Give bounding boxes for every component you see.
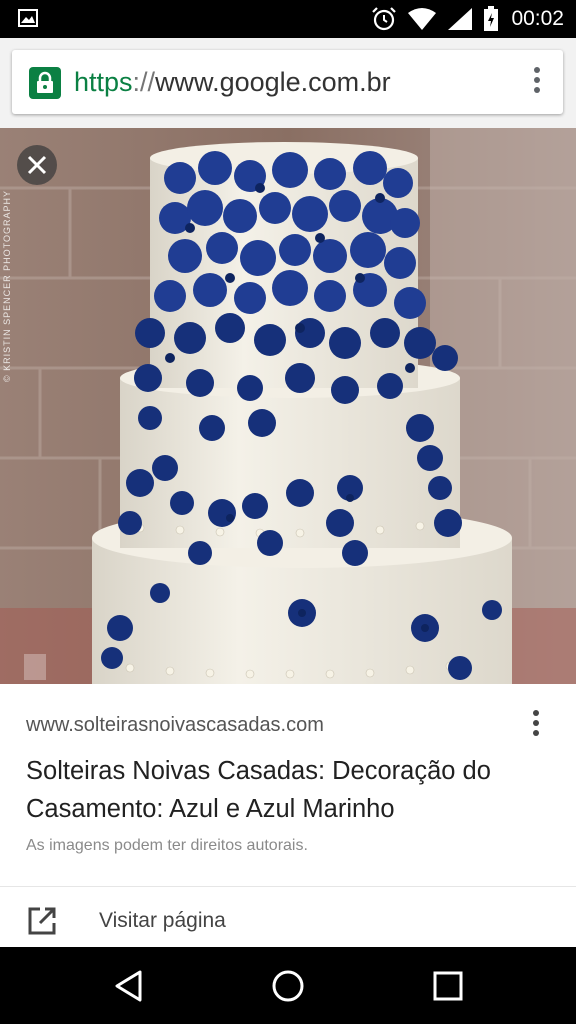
image-preview[interactable]: © KRISTIN SPENCER PHOTOGRAPHY xyxy=(0,128,576,684)
visit-page-button[interactable]: Visitar página xyxy=(0,887,576,947)
copyright-notice: As imagens podem ter direitos autorais. xyxy=(26,837,308,854)
result-title[interactable]: Solteiras Noivas Casadas: Decoração do C… xyxy=(26,752,536,828)
source-url[interactable]: www.solteirasnoivascasadas.com xyxy=(26,714,324,737)
cake-photo xyxy=(0,128,576,684)
url-bar[interactable]: https://www.google.com.br xyxy=(12,50,563,114)
url-separator: :// xyxy=(132,67,156,97)
signal-icon xyxy=(448,8,473,30)
back-icon[interactable] xyxy=(112,969,144,1003)
more-vert-icon[interactable] xyxy=(531,67,543,97)
battery-icon xyxy=(484,6,499,31)
gallery-icon xyxy=(18,9,38,27)
status-time: 00:02 xyxy=(511,7,564,30)
status-bar: 00:02 xyxy=(0,0,576,38)
url-host: www.google.com.br xyxy=(155,67,391,97)
home-icon[interactable] xyxy=(271,969,305,1003)
open-in-new-icon xyxy=(28,907,56,935)
close-icon[interactable] xyxy=(17,145,57,185)
photo-watermark: © KRISTIN SPENCER PHOTOGRAPHY xyxy=(2,190,12,382)
visit-page-label: Visitar página xyxy=(99,909,226,932)
navigation-bar xyxy=(0,947,576,1024)
alarm-icon xyxy=(372,7,397,31)
browser-toolbar: https://www.google.com.br xyxy=(0,38,576,128)
result-details: www.solteirasnoivascasadas.com Solteiras… xyxy=(0,684,576,886)
url-text[interactable]: https://www.google.com.br xyxy=(74,66,391,98)
recents-icon[interactable] xyxy=(433,971,463,1001)
lock-icon[interactable] xyxy=(29,67,61,99)
url-scheme: https xyxy=(74,67,133,97)
wifi-icon xyxy=(408,8,437,30)
more-vert-icon[interactable] xyxy=(530,710,542,744)
